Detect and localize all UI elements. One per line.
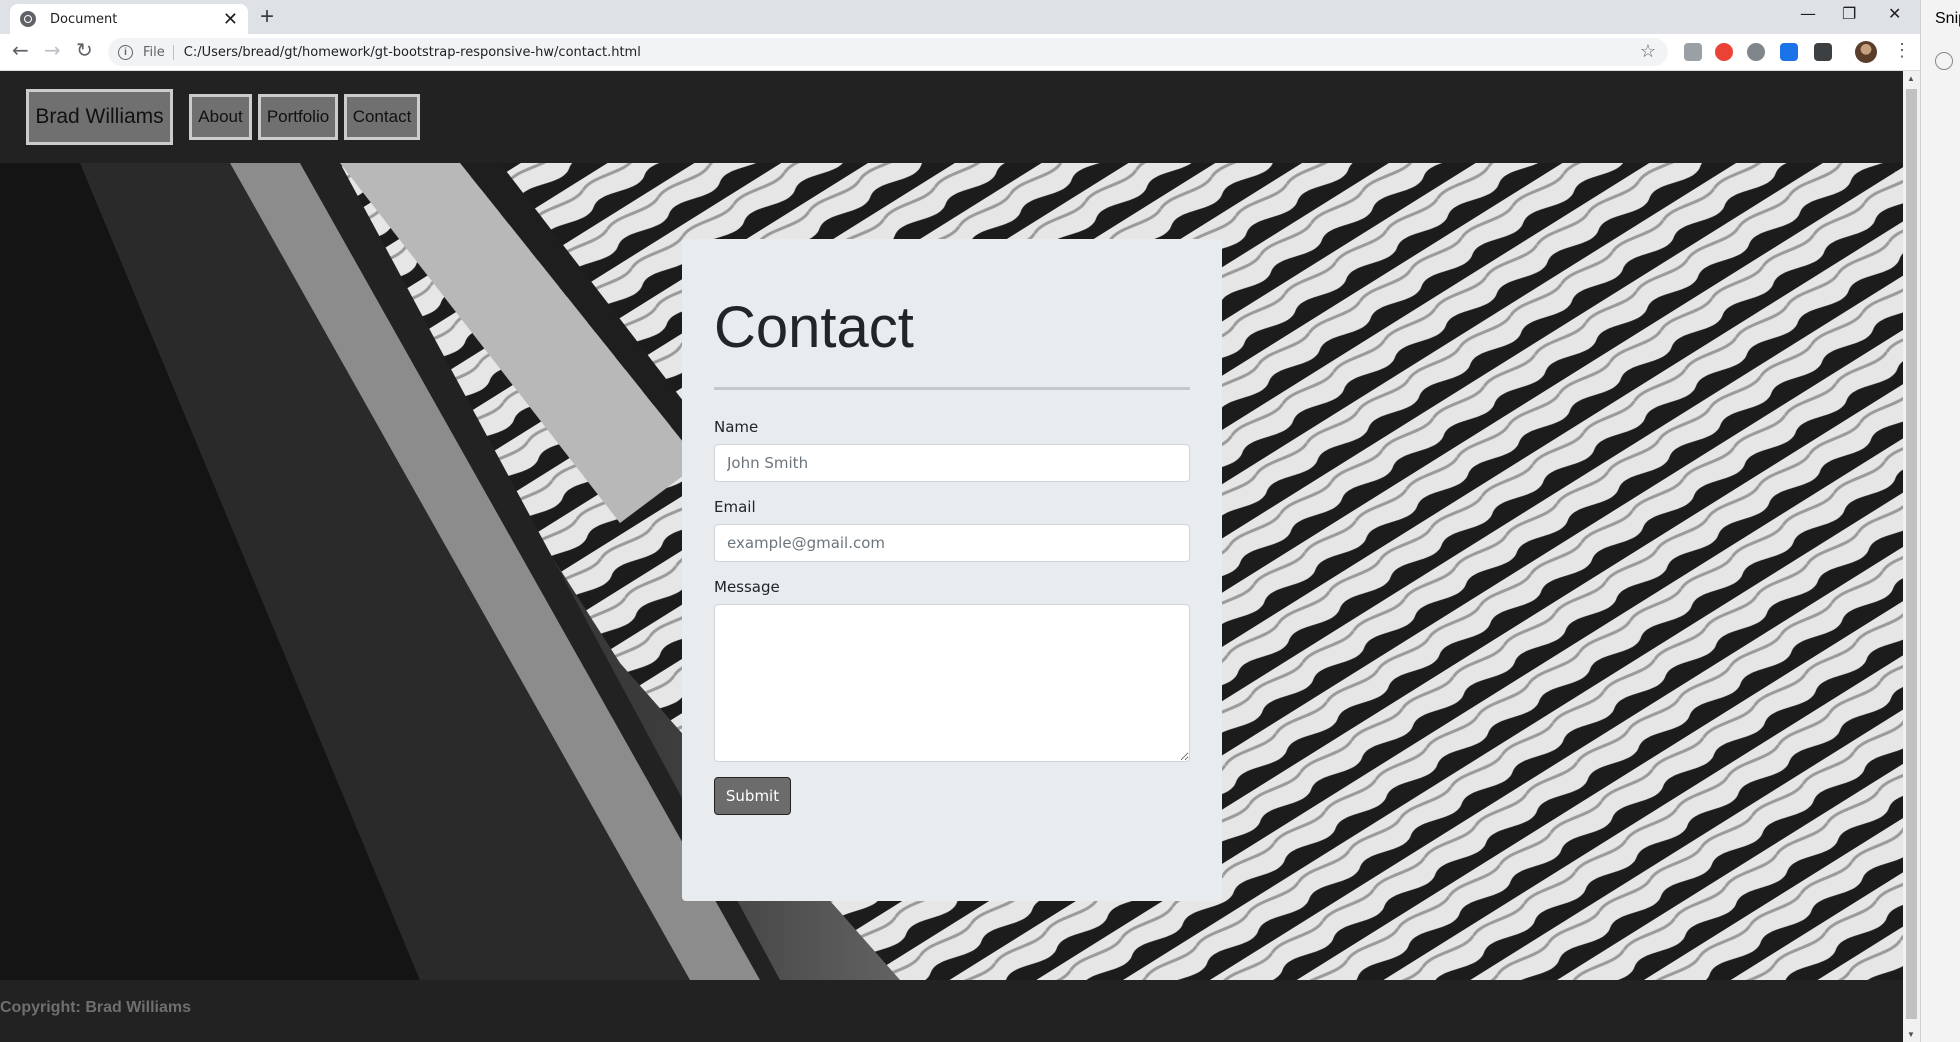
globe-icon xyxy=(20,11,36,27)
web-page: Brad Williams About Portfolio Contact Co… xyxy=(0,71,1903,1042)
message-label: Message xyxy=(714,578,780,596)
browser-toolbar: ← → ↻ i File C:/Users/bread/gt/homework/… xyxy=(0,34,1920,71)
contact-title: Contact xyxy=(714,295,914,360)
profile-avatar[interactable] xyxy=(1855,41,1877,63)
extension-cast-icon[interactable] xyxy=(1684,43,1702,61)
scroll-down-arrow-icon[interactable]: ▼ xyxy=(1907,1030,1915,1039)
side-app-strip: Snip xyxy=(1920,0,1960,1042)
name-label: Name xyxy=(714,418,759,436)
extension-cloud-icon[interactable] xyxy=(1747,43,1765,61)
snip-icon[interactable] xyxy=(1935,52,1953,70)
forward-button[interactable]: → xyxy=(44,40,61,60)
tab-close-icon[interactable]: ✕ xyxy=(223,10,238,28)
nav-link-about[interactable]: About xyxy=(189,94,252,140)
browser-tab[interactable]: Document ✕ xyxy=(10,4,248,34)
browser-tab-strip: Document ✕ + — ❐ ✕ xyxy=(0,0,1960,34)
site-footer: Copyright: Brad Williams xyxy=(0,980,1903,1042)
extension-picker-icon[interactable] xyxy=(1814,43,1832,61)
copyright-text: Copyright: Brad Williams xyxy=(0,999,191,1016)
nav-link-portfolio[interactable]: Portfolio xyxy=(258,94,338,140)
minimize-button[interactable]: — xyxy=(1800,4,1816,23)
new-tab-button[interactable]: + xyxy=(260,5,274,29)
browser-menu-icon[interactable]: ⋮ xyxy=(1893,40,1911,61)
page-scrollbar[interactable]: ▲ ▼ xyxy=(1903,71,1920,1042)
submit-button[interactable]: Submit xyxy=(714,777,791,815)
email-input[interactable] xyxy=(714,524,1190,562)
bookmark-star-icon[interactable]: ☆ xyxy=(1640,41,1656,62)
hero-background: Contact Name Email Message Submit xyxy=(0,163,1903,980)
restore-button[interactable]: ❐ xyxy=(1842,4,1856,23)
email-label: Email xyxy=(714,498,756,516)
name-input[interactable] xyxy=(714,444,1190,482)
tab-title: Document xyxy=(50,11,118,27)
info-icon[interactable]: i xyxy=(118,44,133,60)
address-bar[interactable]: i File C:/Users/bread/gt/homework/gt-boo… xyxy=(108,38,1668,66)
reload-button[interactable]: ↻ xyxy=(76,40,93,60)
title-divider xyxy=(714,387,1190,390)
snip-label: Snip xyxy=(1935,10,1960,27)
brand-link[interactable]: Brad Williams xyxy=(26,89,173,145)
site-navbar: Brad Williams About Portfolio Contact xyxy=(0,71,1903,163)
scroll-up-arrow-icon[interactable]: ▲ xyxy=(1907,74,1915,83)
message-textarea[interactable] xyxy=(714,604,1190,762)
back-button[interactable]: ← xyxy=(12,40,29,60)
address-scheme: File xyxy=(143,44,174,60)
extension-blue-icon[interactable] xyxy=(1780,43,1798,61)
close-window-button[interactable]: ✕ xyxy=(1888,4,1901,23)
address-url[interactable]: C:/Users/bread/gt/homework/gt-bootstrap-… xyxy=(184,45,641,60)
extension-red-icon[interactable] xyxy=(1715,43,1733,61)
scrollbar-thumb[interactable] xyxy=(1906,89,1917,1019)
contact-card: Contact Name Email Message Submit xyxy=(682,239,1222,901)
nav-link-contact[interactable]: Contact xyxy=(344,94,420,140)
